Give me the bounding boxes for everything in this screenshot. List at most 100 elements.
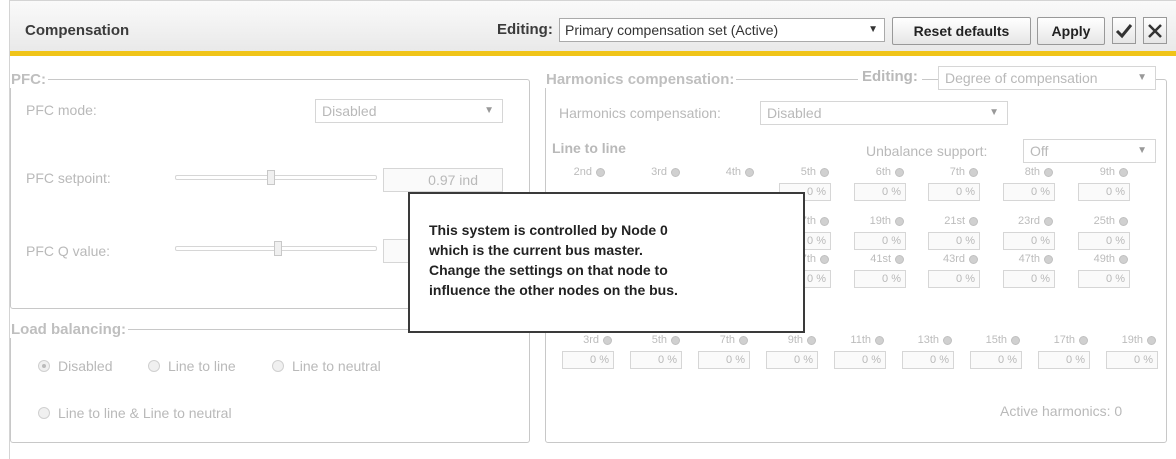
unbalance-label: Unbalance support:	[866, 143, 988, 159]
harmonic-value-field[interactable]: 0 %	[854, 232, 906, 250]
harmonic-value-field[interactable]: 0 %	[1078, 270, 1130, 288]
status-dot-icon[interactable]	[969, 254, 978, 264]
pfc-setpoint-handle[interactable]	[267, 170, 275, 185]
status-dot-icon[interactable]	[1011, 335, 1020, 345]
harmonic-value-field[interactable]: 0 %	[1106, 351, 1158, 369]
harmonic-label: 41st	[870, 253, 904, 265]
harmonic-label: 5th	[652, 334, 680, 346]
status-dot-icon[interactable]	[745, 167, 754, 177]
harmonic-label: 6th	[876, 166, 904, 178]
harmonic-label: 8th	[1025, 166, 1053, 178]
status-dot-icon[interactable]	[671, 167, 680, 177]
reset-defaults-button[interactable]: Reset defaults	[892, 17, 1031, 45]
harmonic-order: 21st	[944, 215, 965, 227]
harmonic-value-field[interactable]: 0 %	[854, 270, 906, 288]
close-button[interactable]	[1143, 17, 1167, 44]
harmonic-order: 5th	[800, 166, 816, 178]
status-dot-icon[interactable]	[895, 254, 904, 264]
pfc-q-label: PFC Q value:	[26, 243, 111, 259]
confirm-button[interactable]	[1112, 17, 1136, 44]
status-dot-icon[interactable]	[1119, 254, 1128, 264]
editing-label: Editing:	[497, 21, 553, 38]
harmonic-value-field[interactable]: 0 %	[902, 351, 954, 369]
status-dot-icon[interactable]	[807, 335, 816, 345]
status-dot-icon[interactable]	[895, 167, 904, 177]
radio-line-to-line[interactable]: Line to line	[148, 358, 236, 374]
harmonic-order: 41st	[870, 253, 891, 265]
harmonics-comp-select[interactable]: Disabled ▼	[760, 101, 1008, 125]
status-dot-icon[interactable]	[739, 335, 748, 345]
radio-indicator	[148, 360, 160, 372]
notice-line: which is the current bus master.	[429, 242, 643, 258]
status-dot-icon[interactable]	[820, 167, 829, 177]
harmonic-value-field[interactable]: 0 %	[970, 351, 1022, 369]
radio-label: Disabled	[58, 358, 113, 374]
harmonic-value-field[interactable]: 0 %	[1003, 183, 1055, 201]
harmonic-order: 23rd	[1017, 215, 1040, 227]
status-dot-icon[interactable]	[1044, 254, 1053, 264]
harmonic-cell: 47th 0 %	[999, 253, 1059, 293]
radio-both[interactable]: Line to line & Line to neutral	[38, 405, 232, 421]
editing-select[interactable]: Primary compensation set (Active) ▼	[559, 18, 885, 42]
pfc-q-handle[interactable]	[274, 241, 282, 256]
load-balancing-legend: Load balancing:	[11, 321, 127, 338]
harmonic-order: 7th	[719, 334, 735, 346]
bus-master-notice: This system is controlled by Node 0 whic…	[408, 192, 805, 333]
status-dot-icon[interactable]	[1147, 335, 1156, 345]
status-dot-icon[interactable]	[1119, 167, 1128, 177]
harmonic-label: 13th	[918, 334, 952, 346]
unbalance-select[interactable]: Off ▼	[1023, 139, 1156, 163]
harmonic-cell: 19th 0 %	[850, 215, 910, 255]
harmonic-cell: 8th 0 %	[999, 166, 1059, 206]
status-dot-icon[interactable]	[1119, 216, 1128, 226]
pfc-mode-value: Disabled	[322, 103, 377, 119]
harmonic-value-field[interactable]: 0 %	[1038, 351, 1090, 369]
apply-button[interactable]: Apply	[1037, 17, 1105, 45]
harmonic-value-field[interactable]: 0 %	[1003, 232, 1055, 250]
harmonic-value-field[interactable]: 0 %	[928, 270, 980, 288]
pfc-mode-select[interactable]: Disabled ▼	[315, 99, 503, 123]
harmonic-value-field[interactable]: 0 %	[1078, 183, 1130, 201]
harmonic-cell: 15th 0 %	[966, 334, 1026, 374]
harmonic-value-field[interactable]: 0 %	[854, 183, 906, 201]
status-dot-icon[interactable]	[820, 254, 829, 264]
chevron-down-icon: ▼	[1137, 145, 1147, 156]
harmonic-value-field[interactable]: 0 %	[834, 351, 886, 369]
harmonic-value-field[interactable]: 0 %	[928, 232, 980, 250]
status-dot-icon[interactable]	[603, 335, 612, 345]
pfc-setpoint-slider[interactable]	[175, 175, 377, 180]
status-dot-icon[interactable]	[596, 167, 605, 177]
status-dot-icon[interactable]	[1044, 216, 1053, 226]
harmonic-cell: 43rd 0 %	[924, 253, 984, 293]
harmonic-value-field[interactable]: 0 %	[1003, 270, 1055, 288]
harmonic-label: 11th	[850, 334, 884, 346]
status-dot-icon[interactable]	[895, 216, 904, 226]
harmonic-value-field[interactable]: 0 %	[766, 351, 818, 369]
radio-disabled[interactable]: Disabled	[38, 358, 112, 374]
harmonics-editing-select[interactable]: Degree of compensation ▼	[938, 66, 1156, 90]
status-dot-icon[interactable]	[875, 335, 884, 345]
harmonic-value-field[interactable]: 0 %	[562, 351, 614, 369]
status-dot-icon[interactable]	[671, 335, 680, 345]
harmonic-label: 9th	[1100, 166, 1128, 178]
harmonic-value-field[interactable]: 0 %	[1078, 232, 1130, 250]
status-dot-icon[interactable]	[969, 216, 978, 226]
harmonic-value-field[interactable]: 0 %	[698, 351, 750, 369]
harmonic-value-field[interactable]: 0 %	[630, 351, 682, 369]
harmonic-cell: 5th 0 %	[626, 334, 686, 374]
radio-line-to-neutral[interactable]: Line to neutral	[272, 358, 381, 374]
harmonic-value-field[interactable]: 0 %	[928, 183, 980, 201]
status-dot-icon[interactable]	[969, 167, 978, 177]
chevron-down-icon: ▼	[1137, 72, 1147, 83]
harmonic-label: 4th	[726, 166, 754, 178]
pfc-setpoint-field[interactable]: 0.97 ind	[383, 168, 503, 192]
status-dot-icon[interactable]	[1079, 335, 1088, 345]
load-balancing-group: Load balancing:	[10, 321, 530, 443]
harmonic-order: 2nd	[573, 166, 592, 178]
status-dot-icon[interactable]	[820, 216, 829, 226]
harmonic-order: 3rd	[583, 334, 599, 346]
harmonic-cell: 6th 0 %	[850, 166, 910, 206]
status-dot-icon[interactable]	[1044, 167, 1053, 177]
harmonic-cell: 25th 0 %	[1074, 215, 1134, 255]
status-dot-icon[interactable]	[943, 335, 952, 345]
